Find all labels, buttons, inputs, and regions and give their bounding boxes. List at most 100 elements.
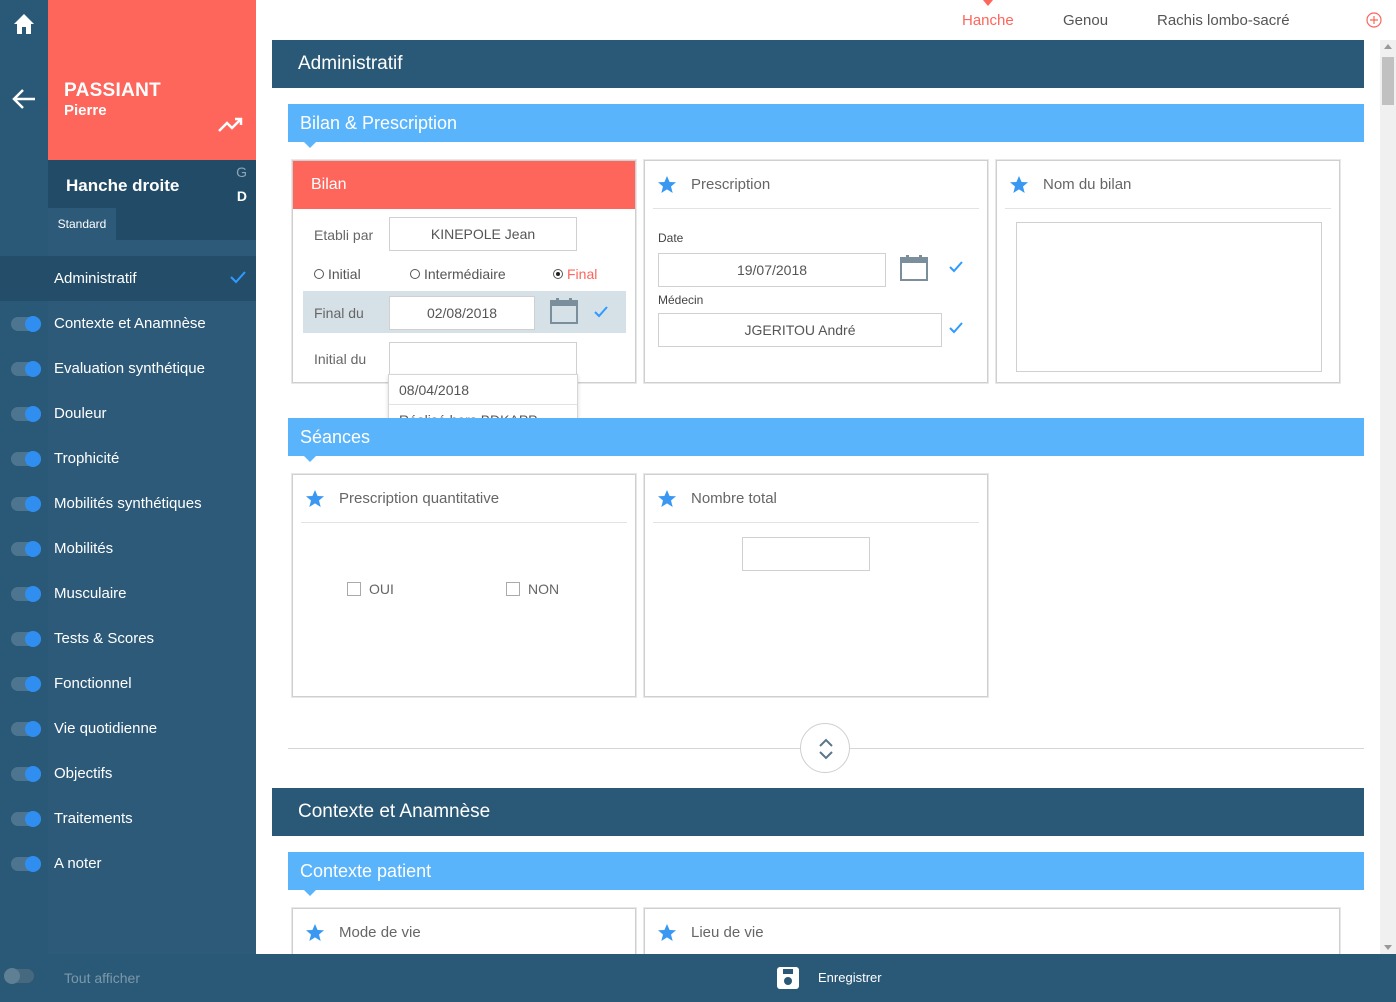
- nav-item-mobilites[interactable]: Mobilités: [48, 526, 256, 571]
- radio-final[interactable]: Final: [553, 266, 597, 282]
- top-tabs: Hanche Genou Rachis lombo-sacré: [256, 0, 1396, 40]
- subsection-contexte-patient: Contexte patient: [288, 852, 1364, 896]
- radio-initial[interactable]: Initial: [314, 266, 361, 282]
- toggle-vie-quotidienne[interactable]: [11, 721, 41, 737]
- date-label: Date: [658, 231, 684, 245]
- nav-item-evaluation[interactable]: Evaluation synthétique: [48, 346, 256, 391]
- nombre-total-field[interactable]: [742, 537, 870, 571]
- radio-intermediaire[interactable]: Intermédiaire: [410, 266, 506, 282]
- checkbox-square: [506, 582, 520, 596]
- nom-bilan-card-header: Nom du bilan: [1005, 161, 1331, 209]
- toggle-douleur[interactable]: [11, 406, 41, 422]
- medecin-field[interactable]: JGERITOU André: [658, 313, 942, 347]
- main-content: Administratif Bilan & Prescription Bilan…: [256, 40, 1380, 954]
- subsection-bilan-prescription: Bilan & Prescription: [288, 104, 1364, 148]
- calendar-icon[interactable]: [550, 298, 578, 324]
- home-icon[interactable]: [12, 12, 36, 36]
- nav-item-mobilites-synth[interactable]: Mobilités synthétiques: [48, 481, 256, 526]
- radio-intermediaire-circle: [410, 269, 420, 279]
- final-label: Final du: [314, 305, 364, 321]
- toggle-fonctionnel[interactable]: [11, 676, 41, 692]
- nav-item-label: A noter: [54, 855, 102, 872]
- star-icon: [658, 489, 676, 507]
- etabli-field[interactable]: KINEPOLE Jean: [389, 217, 577, 251]
- scroll-thumb[interactable]: [1382, 57, 1394, 105]
- side-left-toggle[interactable]: G: [236, 164, 247, 180]
- tab-hanche[interactable]: Hanche: [962, 0, 1014, 29]
- bottom-bar: Tout afficher Enregistrer: [48, 954, 1396, 1002]
- nav-item-traitements[interactable]: Traitements: [48, 796, 256, 841]
- nav-item-objectifs[interactable]: Objectifs: [48, 751, 256, 796]
- prescription-quant-header: Prescription quantitative: [301, 475, 627, 523]
- toggle-traitements[interactable]: [11, 811, 41, 827]
- toggle-a-noter[interactable]: [11, 856, 41, 872]
- toggle-objectifs[interactable]: [11, 766, 41, 782]
- nav-active-indicator: [0, 256, 48, 301]
- radio-initial-label: Initial: [328, 266, 361, 282]
- nav-item-label: Douleur: [54, 405, 107, 422]
- toggle-mobilites[interactable]: [11, 541, 41, 557]
- toggle-mobilites-synth[interactable]: [11, 496, 41, 512]
- section-header-administratif: Administratif: [272, 40, 1364, 88]
- toggle-contexte[interactable]: [11, 316, 41, 332]
- nom-bilan-textarea[interactable]: [1016, 222, 1322, 372]
- subsection-seances: Séances: [288, 418, 1364, 462]
- add-tab-icon[interactable]: [1366, 12, 1382, 28]
- initial-date-field[interactable]: [389, 342, 577, 376]
- nombre-total-title: Nombre total: [691, 490, 777, 507]
- show-all-label[interactable]: Tout afficher: [64, 970, 140, 986]
- nav-item-label: Evaluation synthétique: [54, 360, 205, 377]
- toggle-evaluation[interactable]: [11, 361, 41, 377]
- prescription-date-field[interactable]: 19/07/2018: [658, 253, 886, 287]
- show-all-toggle[interactable]: [4, 968, 34, 984]
- checkbox-square: [347, 582, 361, 596]
- toggle-tests[interactable]: [11, 631, 41, 647]
- nav-item-a-noter[interactable]: A noter: [48, 841, 256, 886]
- toggle-trophicite[interactable]: [11, 451, 41, 467]
- bilan-card: Bilan Etabli par KINEPOLE Jean Initial I…: [292, 160, 636, 383]
- nav-item-vie-quotidienne[interactable]: Vie quotidienne: [48, 706, 256, 751]
- nav-item-trophicite[interactable]: Trophicité: [48, 436, 256, 481]
- collapse-expand-button[interactable]: [800, 723, 850, 773]
- star-icon: [1010, 175, 1028, 193]
- nav-item-fonctionnel[interactable]: Fonctionnel: [48, 661, 256, 706]
- tab-genou[interactable]: Genou: [1063, 12, 1108, 29]
- checkbox-oui[interactable]: OUI: [347, 581, 394, 597]
- nom-bilan-card: Nom du bilan: [996, 160, 1340, 383]
- scroll-up-icon[interactable]: [1384, 44, 1392, 49]
- scroll-down-icon[interactable]: [1384, 945, 1392, 950]
- trend-up-icon[interactable]: [218, 114, 244, 134]
- nav-item-douleur[interactable]: Douleur: [48, 391, 256, 436]
- final-date-field[interactable]: 02/08/2018: [389, 296, 535, 330]
- nav-item-musculaire[interactable]: Musculaire: [48, 571, 256, 616]
- back-arrow-icon[interactable]: [11, 88, 37, 110]
- nav-item-label: Vie quotidienne: [54, 720, 158, 737]
- content-scrollbar[interactable]: [1380, 40, 1396, 954]
- checkbox-non[interactable]: NON: [506, 581, 559, 597]
- nav-item-administratif[interactable]: Administratif: [48, 256, 256, 301]
- dropdown-option[interactable]: 08/04/2018: [389, 375, 577, 405]
- nav-item-tests[interactable]: Tests & Scores: [48, 616, 256, 661]
- radio-intermediaire-label: Intermédiaire: [424, 266, 506, 282]
- prescription-card-header: Prescription: [653, 161, 979, 209]
- toggle-musculaire[interactable]: [11, 586, 41, 602]
- radio-final-circle: [553, 269, 563, 279]
- nav-item-contexte[interactable]: Contexte et Anamnèse: [48, 301, 256, 346]
- check-icon: [949, 322, 963, 334]
- save-label: Enregistrer: [818, 969, 882, 985]
- star-icon: [658, 923, 676, 941]
- nav-item-label: Objectifs: [54, 765, 113, 782]
- tab-rachis[interactable]: Rachis lombo-sacré: [1157, 12, 1290, 29]
- side-right-toggle[interactable]: D: [237, 188, 247, 204]
- check-icon: [949, 261, 963, 273]
- nombre-total-header: Nombre total: [653, 475, 979, 523]
- nav-item-label: Mobilités: [54, 540, 114, 557]
- save-button[interactable]: Enregistrer: [776, 964, 882, 990]
- radio-final-label: Final: [567, 266, 598, 282]
- calendar-icon[interactable]: [900, 255, 928, 281]
- prescription-card: Prescription Date 19/07/2018 Médecin JGE…: [644, 160, 988, 383]
- prescription-quant-card: Prescription quantitative OUI NON: [292, 474, 636, 697]
- bilan-card-title: Bilan: [293, 161, 635, 209]
- tab-standard[interactable]: Standard: [48, 208, 116, 240]
- checkbox-non-label: NON: [528, 581, 560, 597]
